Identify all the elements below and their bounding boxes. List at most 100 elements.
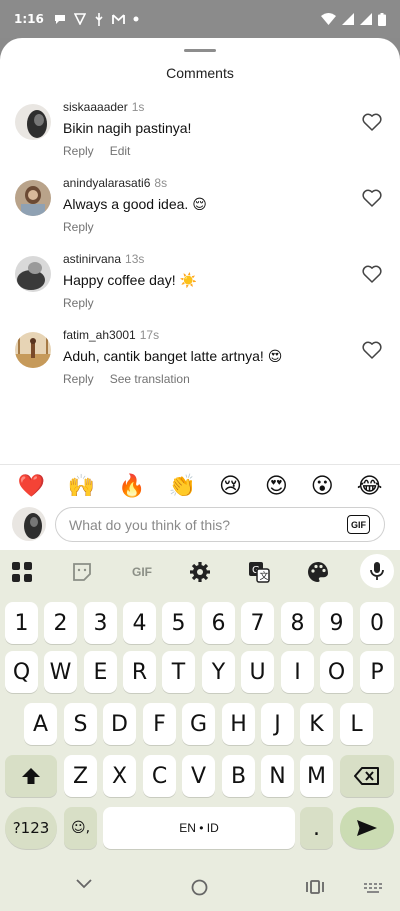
key-4[interactable]: 4 (123, 602, 156, 644)
avatar[interactable] (15, 332, 51, 368)
system-icons (321, 12, 386, 26)
reaction-clap[interactable]: 👏 (169, 473, 196, 499)
space-key[interactable]: EN • ID (103, 807, 295, 849)
key-3[interactable]: 3 (84, 602, 117, 644)
key-d[interactable]: D (103, 703, 136, 745)
heart-icon[interactable] (362, 341, 382, 359)
reaction-surprised[interactable]: 😮 (311, 473, 334, 499)
comment-time: 17s (139, 328, 160, 342)
backspace-key[interactable] (340, 755, 394, 797)
gear-icon[interactable] (188, 560, 212, 584)
reaction-laughing[interactable]: 😂 (357, 473, 383, 499)
key-w[interactable]: W (44, 651, 77, 693)
see-translation-button[interactable]: See translation (110, 372, 190, 386)
svg-text:文: 文 (260, 570, 269, 582)
keyboard-switch-icon[interactable] (364, 883, 382, 893)
drag-handle[interactable] (184, 49, 216, 52)
key-9[interactable]: 9 (320, 602, 353, 644)
avatar[interactable] (15, 180, 51, 216)
comment-time: 13s (125, 252, 145, 266)
reply-button[interactable]: Reply (63, 220, 94, 234)
gmail-icon (111, 13, 125, 24)
comment-input[interactable] (55, 507, 385, 542)
reaction-heart[interactable]: ❤️ (17, 473, 44, 499)
comment-text: Always a good idea. 😌 (63, 196, 207, 212)
key-s[interactable]: S (64, 703, 97, 745)
translate-icon[interactable]: G文 (247, 560, 271, 584)
key-r[interactable]: R (123, 651, 156, 693)
key-5[interactable]: 5 (162, 602, 195, 644)
back-chevron-icon[interactable] (76, 879, 92, 889)
key-1[interactable]: 1 (5, 602, 38, 644)
reaction-fire[interactable]: 🔥 (118, 473, 145, 499)
system-nav-bar (0, 855, 400, 911)
heart-icon[interactable] (362, 113, 382, 131)
reaction-crying[interactable]: 😢 (219, 473, 242, 499)
key-t[interactable]: T (162, 651, 195, 693)
comment-username[interactable]: anindyalarasati6 8s (63, 176, 167, 190)
key-j[interactable]: J (261, 703, 294, 745)
key-a[interactable]: A (24, 703, 57, 745)
key-c[interactable]: C (143, 755, 176, 797)
status-bar: 1:16 (0, 0, 400, 38)
status-time: 1:16 (14, 12, 44, 26)
reaction-raising-hands[interactable]: 🙌 (68, 473, 95, 499)
comment-text: Aduh, cantik banget latte artnya! 😍 (63, 348, 283, 364)
key-2[interactable]: 2 (44, 602, 77, 644)
battery-icon (378, 12, 386, 26)
key-i[interactable]: I (281, 651, 314, 693)
key-x[interactable]: X (103, 755, 136, 797)
key-v[interactable]: V (182, 755, 215, 797)
edit-button[interactable]: Edit (110, 144, 131, 158)
shift-key[interactable] (5, 755, 57, 797)
avatar[interactable] (15, 256, 51, 292)
key-8[interactable]: 8 (281, 602, 314, 644)
key-m[interactable]: M (300, 755, 333, 797)
heart-icon[interactable] (362, 189, 382, 207)
key-g[interactable]: G (182, 703, 215, 745)
key-b[interactable]: B (222, 755, 255, 797)
send-key[interactable] (340, 807, 394, 849)
gif-button[interactable]: GIF (347, 515, 370, 534)
key-l[interactable]: L (340, 703, 373, 745)
key-h[interactable]: H (222, 703, 255, 745)
sticker-icon[interactable] (70, 560, 94, 584)
apps-grid-icon[interactable] (10, 560, 34, 584)
reply-button[interactable]: Reply (63, 296, 94, 310)
period-key[interactable]: . (300, 807, 333, 849)
gif-icon[interactable]: GIF (128, 560, 156, 584)
reaction-heart-eyes[interactable]: 😍 (265, 473, 288, 499)
comment-actions: Reply Edit (63, 144, 130, 158)
comment-time: 1s (131, 100, 145, 114)
recents-icon[interactable] (306, 880, 324, 894)
key-7[interactable]: 7 (241, 602, 274, 644)
key-q[interactable]: Q (5, 651, 38, 693)
key-k[interactable]: K (300, 703, 333, 745)
key-e[interactable]: E (84, 651, 117, 693)
comment-username[interactable]: siskaaaader 1s (63, 100, 144, 114)
comment-actions: Reply See translation (63, 372, 190, 386)
comment-username[interactable]: fatim_ah3001 17s (63, 328, 159, 342)
key-n[interactable]: N (261, 755, 294, 797)
reply-button[interactable]: Reply (63, 144, 94, 158)
comment-text: Bikin nagih pastinya! (63, 120, 192, 136)
emoji-comma-key[interactable]: ☺, (64, 807, 97, 849)
backspace-icon (354, 767, 379, 785)
key-z[interactable]: Z (64, 755, 97, 797)
key-o[interactable]: O (320, 651, 353, 693)
comment-actions: Reply (63, 220, 94, 234)
key-f[interactable]: F (143, 703, 176, 745)
comment-username[interactable]: astinirvana 13s (63, 252, 144, 266)
avatar[interactable] (15, 104, 51, 140)
key-p[interactable]: P (360, 651, 394, 693)
key-6[interactable]: 6 (202, 602, 235, 644)
key-y[interactable]: Y (202, 651, 235, 693)
home-circle-icon[interactable] (191, 879, 208, 896)
heart-icon[interactable] (362, 265, 382, 283)
symbols-key[interactable]: ?123 (5, 807, 57, 849)
mic-button[interactable] (360, 554, 394, 588)
key-u[interactable]: U (241, 651, 274, 693)
key-0[interactable]: 0 (360, 602, 394, 644)
palette-icon[interactable] (306, 560, 330, 584)
reply-button[interactable]: Reply (63, 372, 94, 386)
